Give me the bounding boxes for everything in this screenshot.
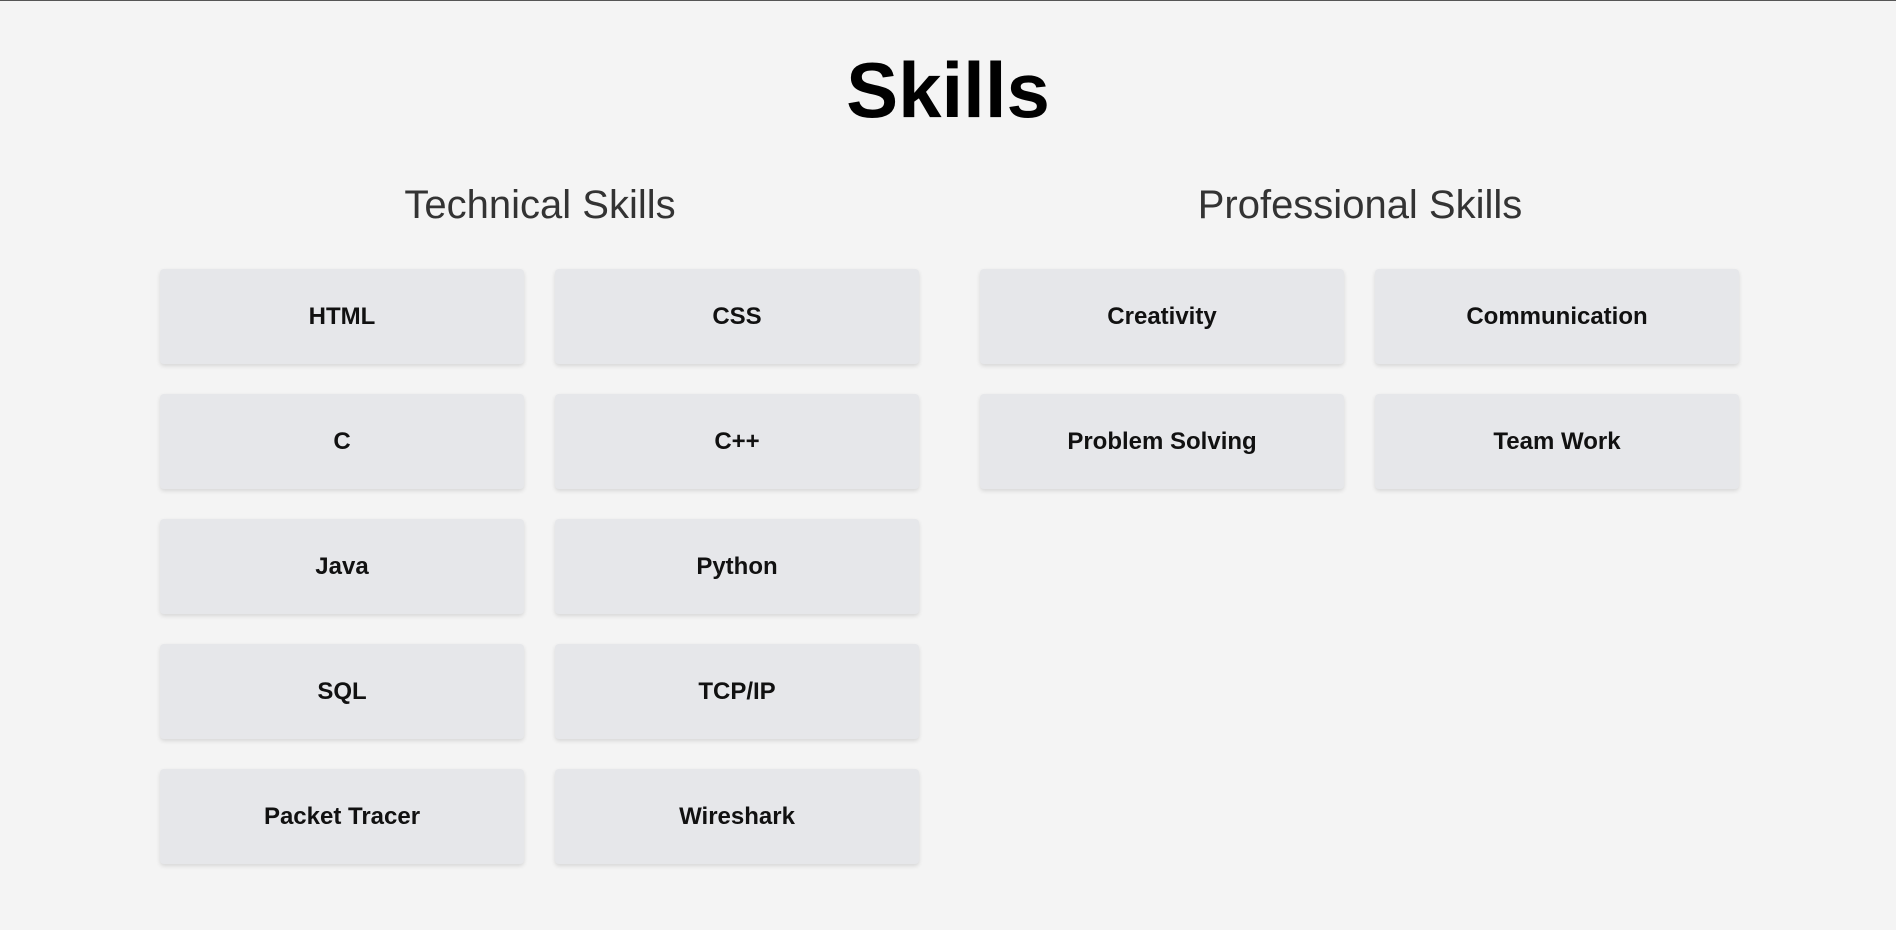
skill-card-c: C [160, 394, 524, 489]
professional-skills-title: Professional Skills [1197, 183, 1523, 227]
skill-card-team-work: Team Work [1375, 394, 1739, 489]
professional-skills-column: Professional Skills Creativity Communica… [980, 179, 1740, 489]
professional-skills-grid: Creativity Communication Problem Solving… [980, 269, 1740, 489]
skill-card-cpp: C++ [555, 394, 919, 489]
skill-card-problem-solving: Problem Solving [980, 394, 1344, 489]
technical-skills-grid: HTML CSS C C++ Java Python SQL TCP/IP Pa… [160, 269, 920, 864]
page-title: Skills [846, 46, 1050, 134]
skill-card-sql: SQL [160, 644, 524, 739]
skill-card-wireshark: Wireshark [555, 769, 919, 864]
skill-card-communication: Communication [1375, 269, 1739, 364]
technical-skills-column: Technical Skills HTML CSS C C++ Java Pyt… [160, 179, 920, 864]
skill-card-python: Python [555, 519, 919, 614]
skill-card-java: Java [160, 519, 524, 614]
skill-card-html: HTML [160, 269, 524, 364]
skill-card-tcp-ip: TCP/IP [555, 644, 919, 739]
technical-skills-title: Technical Skills [404, 183, 676, 227]
skill-card-creativity: Creativity [980, 269, 1344, 364]
skill-card-packet-tracer: Packet Tracer [160, 769, 524, 864]
skill-card-css: CSS [555, 269, 919, 364]
